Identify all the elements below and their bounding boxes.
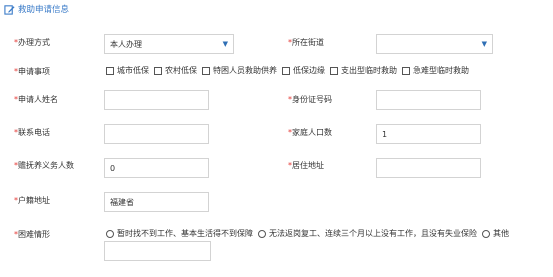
checkbox-expense-temp-aid[interactable]: 支出型临时救助 [330, 65, 397, 76]
checkbox-tekun[interactable]: 特困人员救助供养 [202, 65, 277, 76]
radio-other[interactable]: 其他 [482, 228, 509, 239]
hardship-group: 暂时找不到工作、基本生活得不到保障 无法返岗复工、连续三个月以上没有工作，且没有… [106, 228, 509, 239]
checkbox-rural-dibao[interactable]: 农村低保 [154, 65, 197, 76]
radio-circle[interactable] [482, 229, 490, 238]
section-title: 救助申请信息 [18, 5, 70, 15]
checkbox-emergency-temp-aid[interactable]: 急难型临时救助 [402, 65, 469, 76]
residence-input[interactable] [376, 158, 481, 178]
id-number-label: *身份证号码 [288, 95, 332, 104]
hukou-input[interactable]: 福建省 [104, 192, 209, 212]
phone-input[interactable] [104, 124, 209, 144]
household-size-label: *家庭人口数 [288, 128, 332, 137]
checkbox-box[interactable] [154, 66, 162, 75]
radio-no-job[interactable]: 暂时找不到工作、基本生活得不到保障 [106, 228, 253, 239]
chevron-down-icon: ▼ [222, 40, 228, 48]
handling-method-label: *办理方式 [14, 38, 50, 47]
street-select[interactable]: ▼ [376, 34, 493, 54]
chevron-down-icon: ▼ [481, 40, 487, 48]
phone-label: *联系电话 [14, 128, 50, 137]
radio-cannot-return[interactable]: 无法返岗复工、连续三个月以上没有工作，且没有失业保险 [258, 228, 477, 239]
hardship-label: *困难情形 [14, 230, 50, 239]
apply-items-label: *申请事项 [14, 67, 50, 76]
dependents-label: *赡抚养义务人数 [14, 161, 74, 170]
section-header: 救助申请信息 [4, 2, 69, 16]
applicant-name-input[interactable] [104, 90, 209, 110]
id-number-input[interactable] [376, 90, 481, 110]
checkbox-box[interactable] [402, 66, 410, 75]
hukou-label: *户籍地址 [14, 196, 50, 205]
checkbox-box[interactable] [330, 66, 338, 75]
checkbox-urban-dibao[interactable]: 城市低保 [106, 65, 149, 76]
residence-label: *居住地址 [288, 161, 324, 170]
handling-method-select[interactable]: 本人办理 ▼ [104, 34, 234, 54]
radio-circle[interactable] [258, 229, 266, 238]
hardship-other-input[interactable] [104, 241, 211, 261]
apply-items-group: 城市低保 农村低保 特困人员救助供养 低保边缘 支出型临时救助 急难型临时救助 [106, 65, 469, 76]
checkbox-box[interactable] [202, 66, 210, 75]
applicant-name-label: *申请人姓名 [14, 95, 58, 104]
street-label: *所在街道 [288, 38, 324, 47]
household-size-input[interactable]: 1 [376, 124, 481, 144]
dependents-input[interactable]: 0 [104, 158, 209, 178]
handling-method-value: 本人办理 [110, 39, 142, 49]
checkbox-box[interactable] [106, 66, 114, 75]
checkbox-box[interactable] [282, 66, 290, 75]
checkbox-dibao-edge[interactable]: 低保边缘 [282, 65, 325, 76]
radio-circle[interactable] [106, 229, 114, 238]
edit-icon [4, 4, 15, 15]
